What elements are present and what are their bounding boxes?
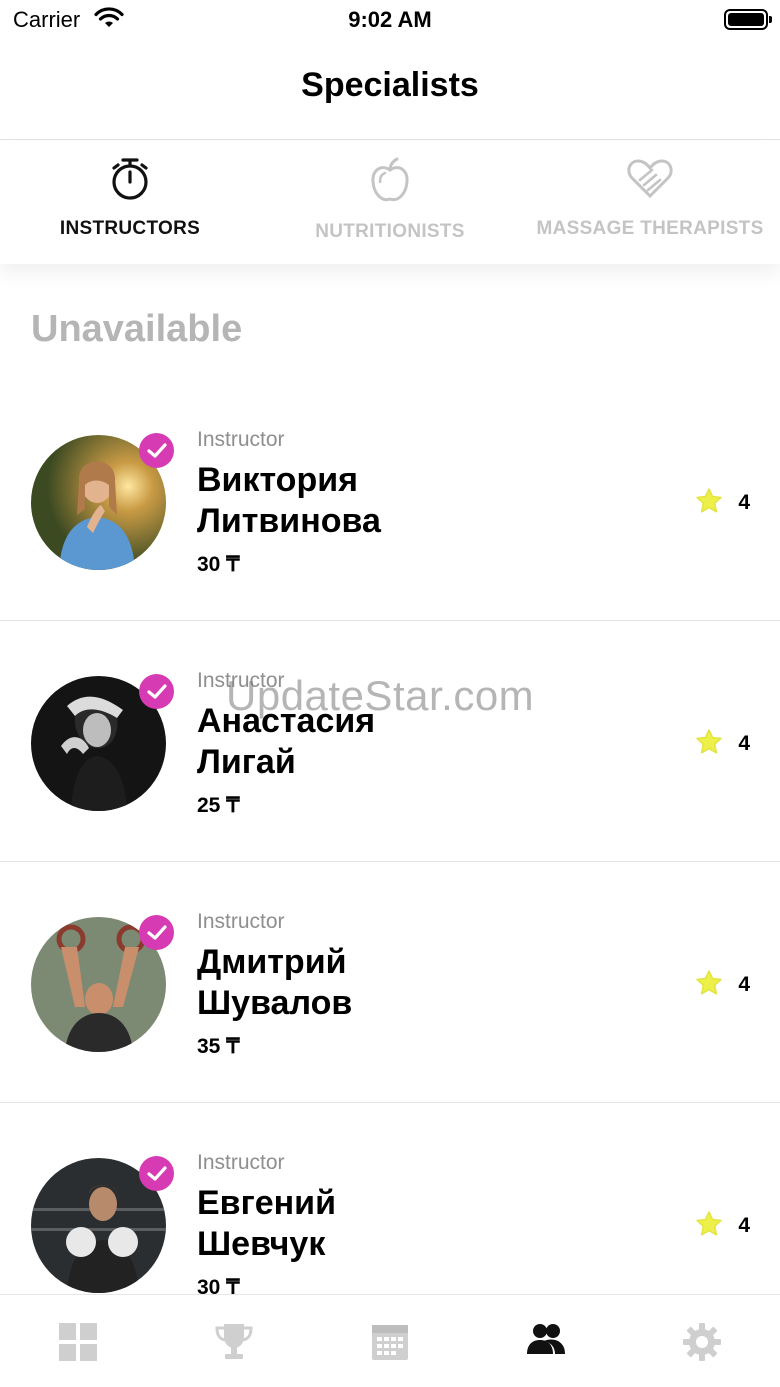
specialist-name-line: Литвинова xyxy=(197,502,381,540)
rating: 4 xyxy=(696,970,750,1000)
tab-label: MASSAGE THERAPISTS xyxy=(536,218,764,239)
verified-badge-icon xyxy=(139,1156,174,1191)
tab-label: INSTRUCTORS xyxy=(59,218,201,239)
tabbar-settings[interactable] xyxy=(624,1295,780,1387)
rating: 4 xyxy=(696,1211,750,1241)
verified-badge-icon xyxy=(139,915,174,950)
specialist-name-line: Лигай xyxy=(197,743,296,781)
verified-badge-icon xyxy=(139,674,174,709)
star-icon xyxy=(696,970,723,1000)
battery-icon xyxy=(724,9,772,30)
specialist-name-line: Евгений xyxy=(197,1184,336,1222)
specialist-role: Instructor xyxy=(197,428,285,451)
tabbar-trophy[interactable] xyxy=(156,1295,312,1387)
category-tabs: INSTRUCTORS NUTRITIONISTS MASSAGE THERAP… xyxy=(0,140,780,264)
tab-nutritionists[interactable]: NUTRITIONISTS xyxy=(260,140,520,264)
rating-value: 4 xyxy=(738,491,750,514)
tab-massage-therapists[interactable]: MASSAGE THERAPISTS xyxy=(520,140,780,264)
rating-value: 4 xyxy=(738,1214,750,1237)
star-icon xyxy=(696,729,723,759)
tabbar-specialists[interactable] xyxy=(468,1295,624,1387)
star-icon xyxy=(696,1211,723,1241)
specialist-name-line: Дмитрий xyxy=(197,943,347,981)
apple-icon xyxy=(260,156,520,206)
tab-label: NUTRITIONISTS xyxy=(315,221,465,242)
heart-hand-icon xyxy=(520,156,780,200)
specialist-role: Instructor xyxy=(197,910,285,933)
specialists-list: Instructor Виктория Литвинова 30 ₸ 4 Ins… xyxy=(0,380,780,1344)
specialist-name: Виктория Литвинова xyxy=(197,460,637,542)
section-title: Unavailable xyxy=(31,308,243,350)
dashboard-icon xyxy=(58,1322,98,1387)
trophy-icon xyxy=(214,1322,254,1387)
tab-instructors[interactable]: INSTRUCTORS xyxy=(0,140,260,264)
rating-value: 4 xyxy=(738,973,750,996)
watermark: UpdateStar.com xyxy=(226,672,535,719)
calendar-icon xyxy=(370,1322,410,1387)
specialist-name-line: Виктория xyxy=(197,461,358,499)
star-icon xyxy=(696,488,723,518)
bottom-tab-bar xyxy=(0,1294,780,1387)
specialist-name-line: Шувалов xyxy=(197,984,353,1022)
rating-value: 4 xyxy=(738,732,750,755)
specialist-role: Instructor xyxy=(197,1151,285,1174)
specialist-card[interactable]: Instructor Виктория Литвинова 30 ₸ 4 xyxy=(0,380,780,621)
status-bar: Carrier 9:02 AM xyxy=(0,0,780,40)
status-time: 9:02 AM xyxy=(348,7,432,32)
tabbar-calendar[interactable] xyxy=(312,1295,468,1387)
page-title: Specialists xyxy=(301,66,479,104)
specialists-icon xyxy=(526,1322,566,1387)
stopwatch-icon xyxy=(0,156,260,202)
specialist-price: 25 ₸ xyxy=(197,794,240,817)
rating: 4 xyxy=(696,488,750,518)
verified-badge-icon xyxy=(139,433,174,468)
specialist-card[interactable]: Instructor Дмитрий Шувалов 35 ₸ 4 xyxy=(0,862,780,1103)
specialist-card[interactable]: Instructor Анастасия Лигай 25 ₸ 4 xyxy=(0,621,780,862)
rating: 4 xyxy=(696,729,750,759)
specialist-price: 35 ₸ xyxy=(197,1035,240,1058)
specialist-price: 30 ₸ xyxy=(197,553,240,576)
specialist-name: Евгений Шевчук xyxy=(197,1183,637,1265)
specialist-name: Дмитрий Шувалов xyxy=(197,942,637,1024)
gear-icon xyxy=(682,1322,722,1387)
specialist-name-line: Шевчук xyxy=(197,1225,326,1263)
tabbar-dashboard[interactable] xyxy=(0,1295,156,1387)
